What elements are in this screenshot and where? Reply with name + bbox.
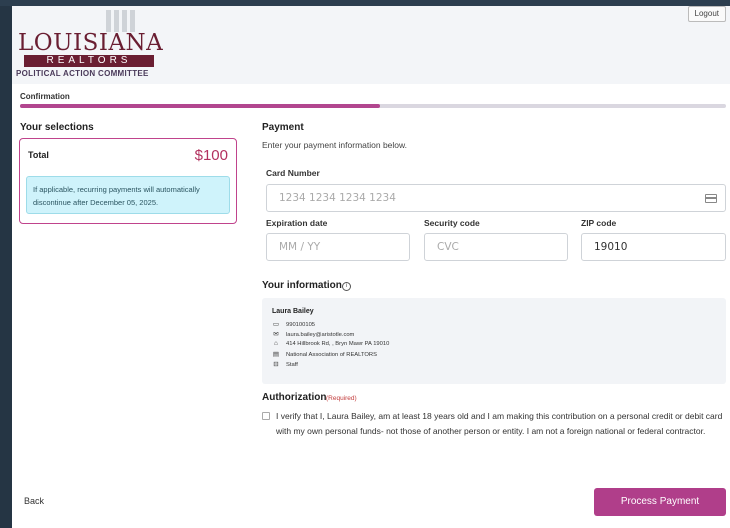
card-number-input[interactable]: 1234 1234 1234 1234	[266, 184, 726, 212]
recurring-note: If applicable, recurring payments will a…	[26, 176, 230, 214]
info-row-role: ⊟ Staff	[273, 361, 298, 368]
authorization-title: Authorization	[262, 392, 327, 403]
building-icon: ▤	[272, 351, 280, 358]
info-row-organization: ▤ National Association of REALTORS	[272, 351, 377, 358]
information-card: Laura Bailey ▭ 990100105 ✉ laura.bailey@ar…	[262, 298, 726, 384]
selections-title: Your selections	[20, 122, 94, 133]
total-label: Total	[28, 150, 49, 160]
zip-code-label: ZIP code	[581, 218, 617, 228]
envelope-icon: ✉	[273, 331, 279, 338]
authorization-checkbox[interactable]	[262, 412, 270, 420]
progress-fill	[20, 104, 381, 108]
process-payment-button[interactable]: Process Payment	[594, 488, 726, 516]
selections-card: Total $100 If applicable, recurring paym…	[19, 138, 237, 224]
required-badge: (Required)	[326, 395, 357, 402]
total-value: $100	[194, 147, 228, 164]
credit-card-icon	[705, 194, 717, 203]
donor-name: Laura Bailey	[272, 308, 314, 315]
id-card-icon: ▭	[272, 321, 280, 328]
card-number-label: Card Number	[266, 168, 320, 178]
info-row-address: ⌂ 414 Hillbrook Rd, , Bryn Mawr PA 19010	[272, 340, 389, 347]
pillars-icon	[102, 10, 142, 32]
payment-subtitle: Enter your payment information below.	[262, 140, 408, 150]
info-row-id: ▭ 990100105	[272, 321, 316, 328]
card-number-placeholder: 1234 1234 1234 1234	[279, 192, 396, 204]
info-icon[interactable]: i	[342, 282, 351, 291]
security-code-input[interactable]: CVC	[424, 233, 568, 261]
progress-bar	[20, 104, 726, 108]
logo-brand: LOUISIANA	[18, 30, 164, 56]
breadcrumb: Confirmation	[20, 92, 70, 101]
home-icon: ⌂	[274, 340, 278, 347]
briefcase-icon: ⊟	[273, 361, 279, 368]
louisiana-realtors-logo: LOUISIANA REALTORS POLITICAL ACTION COMM…	[16, 10, 166, 80]
security-code-label: Security code	[424, 218, 480, 228]
info-row-email: ✉ laura.bailey@aristotle.com	[273, 331, 355, 338]
your-information-title: Your information	[262, 280, 342, 291]
logo-pac: POLITICAL ACTION COMMITTEE	[16, 69, 149, 78]
payment-title: Payment	[262, 122, 304, 133]
expiration-input[interactable]: MM / YY	[266, 233, 410, 261]
back-button[interactable]: Back	[24, 496, 44, 506]
logout-button[interactable]: Logout	[687, 6, 726, 22]
expiration-label: Expiration date	[266, 218, 328, 228]
logo-sub: REALTORS	[24, 55, 154, 67]
donation-page: LOUISIANA REALTORS POLITICAL ACTION COMM…	[12, 6, 730, 528]
authorization-text: I verify that I, Laura Bailey, am at lea…	[276, 411, 723, 436]
header: LOUISIANA REALTORS POLITICAL ACTION COMM…	[12, 6, 730, 84]
zip-code-input[interactable]: 19010	[581, 233, 726, 261]
